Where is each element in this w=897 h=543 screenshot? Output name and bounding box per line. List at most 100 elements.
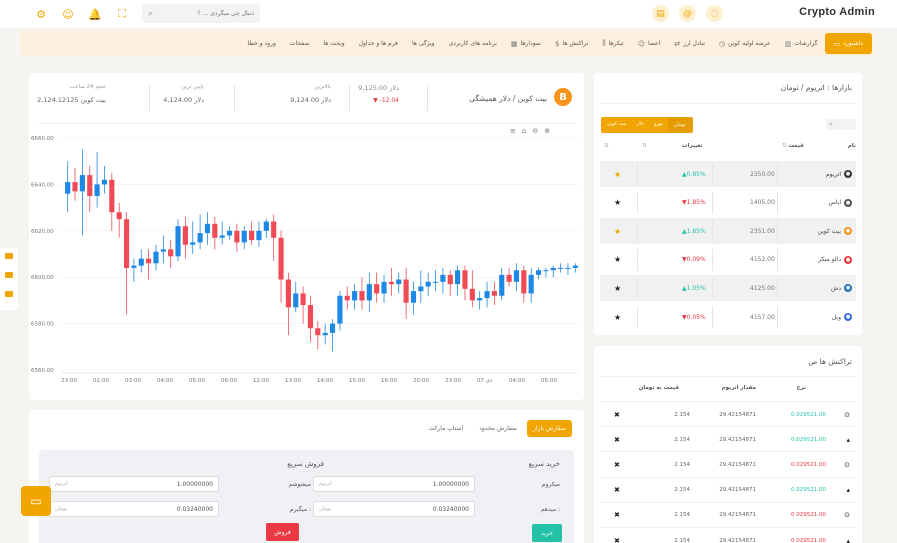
wallet-icon[interactable]	[5, 253, 13, 259]
close-icon[interactable]: ✖	[614, 452, 620, 477]
market-row[interactable]: دش ● 4125.00 ▲ 1.05% ★	[600, 275, 856, 302]
nav-item[interactable]: ☺ اعضا	[631, 40, 668, 48]
star-icon[interactable]: ★	[614, 218, 621, 244]
low-label: پایین ترین	[181, 84, 204, 90]
coin-price: 1405.00	[750, 199, 775, 207]
close-icon[interactable]: ✖	[614, 503, 620, 528]
tx-rate: 0.029521.00	[791, 436, 826, 443]
buy-qty-input[interactable]: تومان 0.03240000	[313, 501, 475, 517]
candle-body	[153, 251, 159, 264]
buy-amount-input[interactable]: اتریوم 1.00000000	[313, 476, 475, 492]
col-name[interactable]: نام	[848, 143, 856, 149]
tab-dollar[interactable]: دلار	[632, 118, 650, 132]
sell-button[interactable]: فروش	[266, 523, 299, 541]
tx-amount: 29.42154871	[719, 411, 756, 418]
nav-item[interactable]: ⫼ تیکرها	[595, 39, 630, 48]
nav-item[interactable]: ▥ گزارشات	[778, 40, 825, 48]
close-icon[interactable]: ✖	[614, 528, 620, 543]
candle-body	[388, 281, 394, 285]
x-tick-label: 13:00	[285, 378, 301, 384]
close-icon[interactable]: ✖	[614, 427, 620, 452]
sell-amount-input[interactable]: اتریوم 1.00000000	[49, 476, 219, 492]
nav-item[interactable]: صفحات	[283, 40, 316, 47]
fullscreen-icon[interactable]: ⛶	[115, 7, 129, 21]
nav-item[interactable]: ▭ داشبورد	[824, 33, 872, 54]
star-icon[interactable]: ★	[614, 190, 621, 216]
nav-item[interactable]: ◷ عرضه اولیه کوین	[712, 40, 778, 48]
close-icon[interactable]: ✖	[614, 478, 620, 503]
settings-icon[interactable]: ⚙	[34, 7, 48, 21]
bitcoin-icon: B	[554, 88, 572, 106]
market-row[interactable]: بیت کوین ● 2351.00 ▲ 1.85% ★	[600, 218, 856, 245]
candlestick-chart[interactable]: 6660.00 6640.00 6620.00 6600.00 6580.00 6560.…	[29, 133, 584, 400]
y-tick-label: 6580.00	[31, 322, 54, 328]
star-icon[interactable]: ★	[614, 161, 621, 187]
chat-button[interactable]: ▭	[21, 486, 51, 516]
market-row[interactable]: ایاس ● 1405.00 ▼ 1.85% ★	[600, 190, 856, 216]
candle-body	[499, 274, 505, 296]
nav-item[interactable]: ⇄ تبادل ارز	[667, 40, 712, 48]
market-row[interactable]: ویل ● 4157.00 ▼ 0.05% ★	[600, 304, 856, 330]
nav-item[interactable]: ویجت ها	[316, 40, 351, 47]
x-tick-label: 05:00	[189, 378, 205, 384]
candle-body	[234, 230, 240, 243]
sell-title: فروش سریع	[287, 460, 324, 468]
nav-item[interactable]: ویژگی ها	[405, 40, 442, 47]
col-change[interactable]: تغییرات	[682, 143, 703, 149]
sell-receive-input[interactable]: تومان 0.03240000	[49, 501, 219, 517]
search-input[interactable]	[153, 10, 254, 17]
market-row[interactable]: اتریوم ● 2350.00 ▲ 0.85% ★	[600, 161, 856, 187]
tx-total: 2.154	[674, 436, 690, 443]
coin-change: ▲ 1.05%	[682, 275, 706, 301]
col-change-sort[interactable]: ⇅	[642, 143, 647, 149]
top-icons: ⚙ ☺ 🔔 ⛶	[34, 7, 129, 21]
cart-icon[interactable]	[5, 272, 13, 278]
nav-item[interactable]: $ تراکنش ها	[548, 40, 595, 48]
clipboard-icon[interactable]: ▤	[652, 5, 669, 22]
x-tick-label: 03:00	[125, 378, 141, 384]
close-icon[interactable]: ✖	[614, 402, 620, 427]
tab-limit-order[interactable]: سفارش محدود	[473, 420, 523, 437]
nav-item-label: تبادل ارز	[683, 40, 705, 47]
market-search[interactable]: ⌕	[826, 119, 856, 130]
nav-item[interactable]: ▦ نمودارها	[504, 40, 548, 48]
search-box[interactable]: ⌕	[142, 4, 260, 23]
star-icon[interactable]: ★	[614, 304, 621, 330]
user-icon[interactable]: ☺	[61, 7, 75, 21]
candle-body	[455, 270, 461, 285]
y-tick-label: 6660.00	[31, 136, 54, 142]
star-icon[interactable]: ★	[614, 275, 621, 301]
candle-body	[447, 274, 453, 285]
coin-price: 2350.00	[750, 170, 775, 178]
message-icon: ▭	[30, 494, 42, 508]
tab-market-order[interactable]: سفارش بازار	[527, 420, 572, 437]
nav-item[interactable]: برنامه های کاربردی	[442, 40, 504, 47]
divider	[712, 277, 713, 300]
nav-item[interactable]: فرم ها و جداول	[352, 40, 405, 47]
nav-item-label: فرم ها و جداول	[358, 40, 398, 47]
chat-icon[interactable]: ◌	[706, 5, 723, 22]
tab-toman[interactable]: تومان	[667, 118, 692, 132]
coin-change: ▲ 0.85%	[682, 161, 706, 187]
bell-icon[interactable]: 🔔	[88, 7, 102, 21]
sell-amount-label: میگیرم :	[289, 505, 311, 513]
candle-body	[131, 265, 137, 268]
buy-button[interactable]: خرید	[532, 524, 562, 542]
star-icon[interactable]: ★	[614, 247, 621, 273]
tab-bitcoin[interactable]: بیت کوین	[602, 118, 632, 132]
col-price[interactable]: ⇅ قیمت	[782, 143, 804, 149]
tab-stop-market[interactable]: استاپ مارکت	[423, 420, 470, 437]
at-icon[interactable]: @	[679, 5, 696, 22]
candle-body	[79, 175, 85, 192]
divider	[637, 306, 638, 328]
candle-body	[256, 230, 262, 241]
tab-euro[interactable]: یورو	[649, 118, 668, 132]
transaction-row: ▴ 0.029521.00 29.42154871 2.154 ✖	[600, 426, 856, 451]
nav-item[interactable]: ورود و خطا	[240, 40, 283, 47]
col-fav-sort[interactable]: ⇅	[604, 143, 609, 149]
folder-icon[interactable]	[5, 291, 13, 297]
price-change: ▼ -12.04	[373, 97, 399, 104]
divider	[777, 306, 778, 328]
market-row[interactable]: دالو میکر ● 4152.00 ▼ 0.09% ★	[600, 247, 856, 273]
transaction-row: ⊙ 0.029521.00 29.42154871 2.154 ✖	[600, 451, 856, 476]
